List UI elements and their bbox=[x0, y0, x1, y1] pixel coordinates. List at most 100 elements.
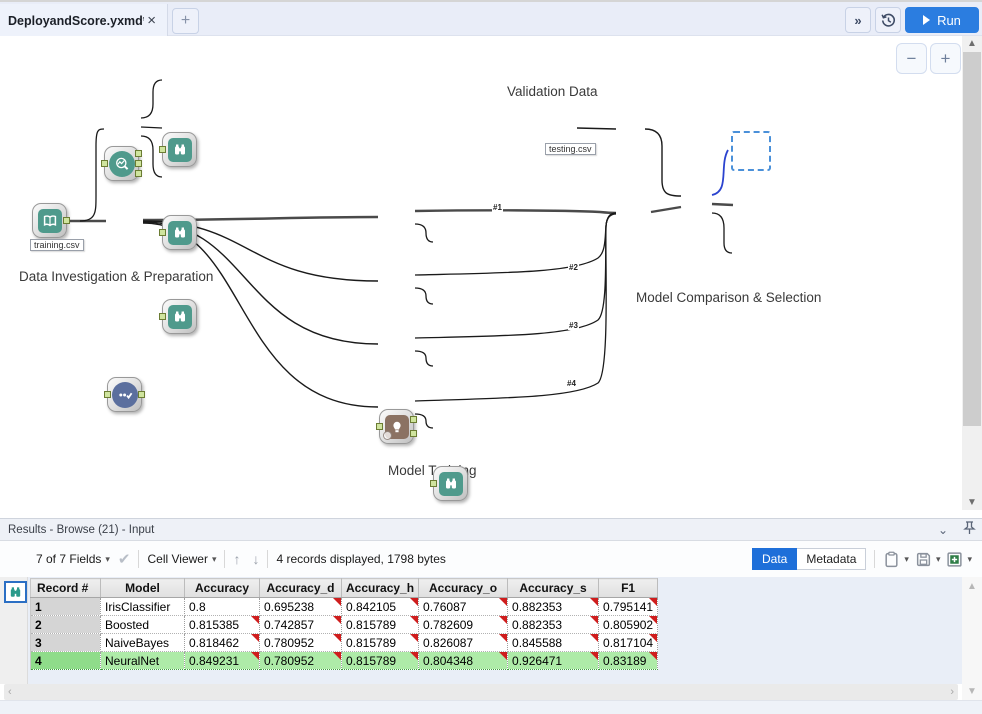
input-anchor[interactable] bbox=[159, 145, 166, 153]
copy-button[interactable]: ▾ bbox=[883, 551, 909, 568]
record-number-cell[interactable]: 1 bbox=[30, 597, 101, 616]
new-window-button[interactable]: ▾ bbox=[946, 551, 972, 568]
fields-dropdown[interactable]: 7 of 7 Fields ▾ bbox=[36, 552, 110, 566]
column-header[interactable]: Accuracy_o bbox=[418, 578, 509, 598]
arrow-up-icon[interactable]: ↑ bbox=[233, 551, 240, 567]
value-cell[interactable]: 0.815789 bbox=[341, 615, 420, 634]
arrow-down-icon[interactable]: ↓ bbox=[252, 551, 259, 567]
tool-input-data-training[interactable] bbox=[32, 203, 70, 238]
value-cell[interactable]: 0.815789 bbox=[341, 633, 420, 652]
output-anchor[interactable] bbox=[135, 150, 142, 157]
value-cell[interactable]: 0.795141 bbox=[598, 597, 659, 616]
value-cell[interactable]: 0.8 bbox=[184, 597, 260, 616]
scroll-left-icon[interactable]: ‹ bbox=[8, 686, 12, 698]
value-cell[interactable]: 0.780952 bbox=[259, 633, 342, 652]
output-anchor[interactable] bbox=[410, 416, 417, 423]
scroll-down-icon[interactable]: ▼ bbox=[962, 684, 982, 698]
column-header[interactable]: Accuracy_h bbox=[341, 578, 420, 598]
model-cell[interactable]: NeuralNet bbox=[100, 651, 185, 670]
cell-viewer-dropdown[interactable]: Cell Viewer ▾ bbox=[147, 552, 216, 566]
zoom-in-button[interactable]: + bbox=[930, 43, 961, 74]
canvas-vertical-scrollbar[interactable]: ▲ ▼ bbox=[962, 36, 982, 510]
input-anchor[interactable] bbox=[430, 479, 437, 487]
column-header[interactable]: Record # bbox=[30, 578, 101, 598]
record-number-cell[interactable]: 2 bbox=[30, 615, 101, 634]
tool-browse-dt[interactable] bbox=[430, 466, 468, 501]
new-tab-button[interactable]: + bbox=[172, 8, 199, 34]
input-anchor[interactable] bbox=[104, 390, 111, 398]
value-cell[interactable]: 0.780952 bbox=[259, 651, 342, 670]
scroll-up-icon[interactable]: ▲ bbox=[962, 36, 982, 51]
browse-tool-indicator[interactable] bbox=[4, 581, 27, 603]
input-anchor[interactable] bbox=[101, 159, 108, 167]
value-cell[interactable]: 0.842105 bbox=[341, 597, 420, 616]
record-number-cell[interactable]: 4 bbox=[30, 651, 101, 670]
history-button[interactable] bbox=[875, 7, 901, 33]
value-cell[interactable]: 0.782609 bbox=[418, 615, 509, 634]
chevron-down-icon: ▾ bbox=[904, 553, 909, 564]
table-row[interactable]: 4 NeuralNet 0.849231 0.780952 0.815789 0.8043… bbox=[30, 651, 659, 670]
collapse-chevron-icon[interactable]: ⌄ bbox=[930, 523, 956, 537]
model-cell[interactable]: IrisClassifier bbox=[100, 597, 185, 616]
value-cell[interactable]: 0.804348 bbox=[418, 651, 509, 670]
tool-browse-3[interactable] bbox=[159, 299, 197, 334]
value-cell[interactable]: 0.817104 bbox=[598, 633, 659, 652]
input-anchor[interactable] bbox=[159, 228, 166, 236]
column-header[interactable]: Model bbox=[100, 578, 185, 598]
value-cell[interactable]: 0.849231 bbox=[184, 651, 260, 670]
value-cell[interactable]: 0.926471 bbox=[507, 651, 600, 670]
value-cell[interactable]: 0.882353 bbox=[507, 597, 600, 616]
results-vertical-scrollbar[interactable]: ▲ ▼ bbox=[962, 577, 982, 700]
value-cell[interactable]: 0.815385 bbox=[184, 615, 260, 634]
column-header[interactable]: F1 bbox=[598, 578, 659, 598]
tab-deployandscore[interactable]: DeployandScore.yxmd* × bbox=[0, 4, 168, 37]
value-cell[interactable]: 0.826087 bbox=[418, 633, 509, 652]
table-row[interactable]: 2 Boosted 0.815385 0.742857 0.815789 0.782609… bbox=[30, 615, 659, 634]
results-header[interactable]: Results - Browse (21) - Input ⌄ bbox=[0, 518, 982, 541]
zoom-out-button[interactable]: − bbox=[896, 43, 927, 74]
tool-browse-1[interactable] bbox=[159, 132, 197, 167]
column-header[interactable]: Accuracy_d bbox=[259, 578, 342, 598]
scroll-right-icon[interactable]: › bbox=[950, 686, 954, 698]
input-anchor[interactable] bbox=[376, 422, 383, 430]
results-horizontal-scrollbar[interactable]: ‹ › bbox=[4, 684, 958, 700]
pin-icon[interactable] bbox=[956, 521, 982, 538]
output-anchor[interactable] bbox=[135, 170, 142, 177]
record-number-cell[interactable]: 3 bbox=[30, 633, 101, 652]
model-cell[interactable]: NaiveBayes bbox=[100, 633, 185, 652]
value-cell[interactable]: 0.695238 bbox=[259, 597, 342, 616]
run-button[interactable]: Run bbox=[905, 7, 979, 33]
data-tab[interactable]: Data bbox=[752, 548, 798, 570]
tab-close-icon[interactable]: × bbox=[144, 13, 159, 28]
tool-decision-tree[interactable] bbox=[376, 409, 417, 444]
column-header[interactable]: Accuracy bbox=[184, 578, 260, 598]
apply-check-icon[interactable]: ✔ bbox=[118, 550, 131, 568]
model-cell[interactable]: Boosted bbox=[100, 615, 185, 634]
value-cell[interactable]: 0.845588 bbox=[507, 633, 600, 652]
save-button[interactable]: ▾ bbox=[915, 551, 940, 568]
value-cell[interactable]: 0.805902 bbox=[598, 615, 659, 634]
scroll-down-icon[interactable]: ▼ bbox=[962, 495, 982, 510]
value-cell[interactable]: 0.882353 bbox=[507, 615, 600, 634]
output-anchor[interactable] bbox=[410, 430, 417, 437]
tool-create-samples[interactable] bbox=[104, 377, 145, 412]
value-cell[interactable]: 0.818462 bbox=[184, 633, 260, 652]
input-anchor[interactable] bbox=[159, 312, 166, 320]
value-cell[interactable]: 0.76087 bbox=[418, 597, 509, 616]
column-header[interactable]: Accuracy_s bbox=[507, 578, 600, 598]
tool-field-summary[interactable] bbox=[101, 146, 142, 181]
table-row[interactable]: 1 IrisClassifier 0.8 0.695238 0.842105 0.7608… bbox=[30, 597, 659, 616]
workflow-canvas[interactable]: Validation Data Data Investigation & Pre… bbox=[0, 36, 982, 518]
metadata-tab[interactable]: Metadata bbox=[797, 548, 867, 570]
tool-browse-2[interactable] bbox=[159, 215, 197, 250]
output-anchor[interactable] bbox=[135, 160, 142, 167]
output-anchor[interactable] bbox=[63, 216, 70, 224]
toolbar-overflow-button[interactable]: » bbox=[845, 7, 871, 33]
output-anchor[interactable] bbox=[138, 390, 145, 398]
table-row[interactable]: 3 NaiveBayes 0.818462 0.780952 0.815789 0.826… bbox=[30, 633, 659, 652]
value-cell[interactable]: 0.742857 bbox=[259, 615, 342, 634]
scrollbar-thumb[interactable] bbox=[963, 52, 981, 426]
value-cell[interactable]: 0.815789 bbox=[341, 651, 420, 670]
scroll-up-icon[interactable]: ▲ bbox=[962, 579, 982, 593]
value-cell[interactable]: 0.83189 bbox=[598, 651, 659, 670]
